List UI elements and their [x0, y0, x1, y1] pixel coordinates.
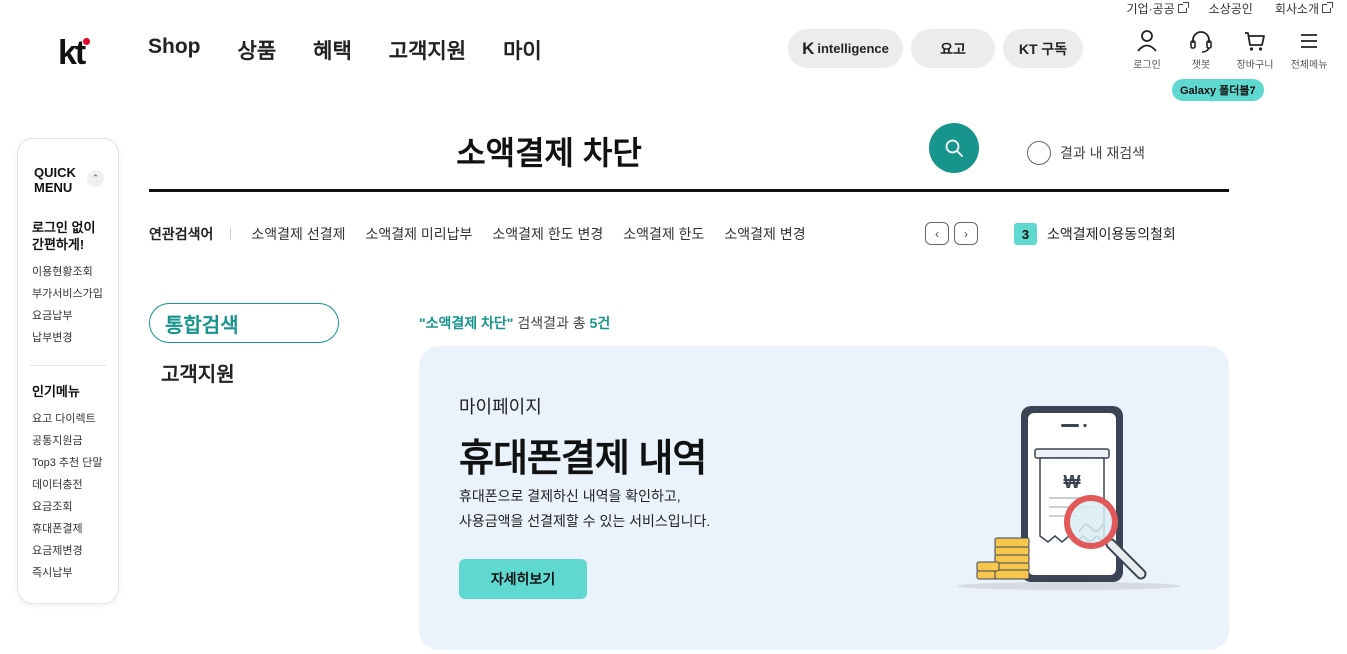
rank-keyword: 소액결제이용동의철회: [1047, 226, 1176, 242]
header-pills: Kintelligence 요고 KT 구독: [788, 29, 1083, 68]
result-summary: "소액결제 차단" 검색결과 총 5건: [419, 313, 610, 333]
phone-receipt-illustration: ₩: [957, 406, 1181, 590]
all-menu-button[interactable]: 전체메뉴: [1282, 28, 1336, 71]
quick-section-nologin: 로그인 없이 간편하게! 이용현황조회 부가서비스가입 요금납부 납부변경: [32, 219, 103, 349]
nav-support[interactable]: 고객지원: [389, 35, 466, 65]
related-keyword[interactable]: 소액결제 미리납부: [365, 224, 472, 244]
external-link-icon: [1177, 2, 1189, 13]
util-link-business[interactable]: 기업·공공: [1126, 0, 1189, 17]
detail-button[interactable]: 자세히보기: [459, 559, 587, 599]
quick-item[interactable]: 요금조회: [32, 496, 102, 518]
login-button[interactable]: 로그인: [1120, 28, 1174, 71]
util-link-smallbiz[interactable]: 소상공인: [1209, 0, 1253, 17]
quick-item[interactable]: 공통지원금: [32, 430, 102, 452]
related-keyword[interactable]: 소액결제 한도: [623, 224, 704, 244]
summary-text: 검색결과 총: [513, 315, 590, 331]
main-nav: Shop 상품 혜택 고객지원 마이: [148, 35, 542, 65]
rank-number: 3: [1014, 223, 1037, 245]
popular-rank-item[interactable]: 3 소액결제이용동의철회: [1014, 223, 1176, 245]
collapse-icon[interactable]: ⌃: [87, 170, 104, 187]
kt-logo[interactable]: kt: [58, 34, 91, 73]
k-logo-icon: K: [802, 38, 815, 58]
related-keyword[interactable]: 소액결제 변경: [724, 224, 805, 244]
k-intelligence-button[interactable]: Kintelligence: [788, 29, 903, 68]
quick-item[interactable]: Top3 추천 단말: [32, 452, 102, 474]
quick-section-title: 인기메뉴: [32, 384, 80, 399]
external-link-icon: [1322, 2, 1333, 13]
divider: [230, 228, 232, 240]
result-description: 휴대폰으로 결제하신 내역을 확인하고, 사용금액을 선결제할 수 있는 서비스…: [459, 488, 711, 529]
divider: [30, 365, 106, 366]
yogo-button[interactable]: 요고: [911, 29, 995, 68]
quick-item[interactable]: 즉시납부: [32, 562, 102, 584]
quick-item[interactable]: 이용현황조회: [32, 261, 103, 283]
chevron-left-icon[interactable]: ‹: [925, 222, 949, 245]
result-card: 마이페이지 휴대폰결제 내역 휴대폰으로 결제하신 내역을 확인하고, 사용금액…: [419, 346, 1229, 650]
nav-shop[interactable]: Shop: [148, 35, 201, 65]
chevron-right-icon[interactable]: ›: [954, 222, 978, 245]
quick-menu-title: QUICK MENU: [34, 165, 76, 195]
person-icon: [1137, 30, 1157, 52]
quick-item[interactable]: 납부변경: [32, 327, 103, 349]
headset-icon: [1190, 31, 1212, 53]
nav-benefits[interactable]: 혜택: [313, 35, 352, 65]
quick-section-popular: 인기메뉴 요고 다이렉트 공통지원금 Top3 추천 단말 데이터충전 요금조회…: [32, 383, 102, 584]
result-category: 마이페이지: [459, 397, 542, 417]
related-pager: ‹ ›: [925, 222, 978, 245]
chatbot-button[interactable]: 챗봇: [1174, 28, 1228, 71]
header-icons: 로그인 챗봇 장바구니 전체메뉴: [1120, 28, 1336, 71]
cart-icon: [1245, 32, 1265, 51]
radio-icon[interactable]: [1027, 141, 1051, 165]
cart-button[interactable]: 장바구니: [1228, 28, 1282, 71]
kt-subscribe-button[interactable]: KT 구독: [1003, 29, 1083, 68]
quick-item[interactable]: 요금제변경: [32, 540, 102, 562]
quick-item[interactable]: 요금납부: [32, 305, 103, 327]
tab-customer-support[interactable]: 고객지원: [161, 358, 235, 387]
summary-query: "소액결제 차단": [419, 315, 514, 331]
summary-count: 5건: [589, 315, 611, 331]
quick-item[interactable]: 부가서비스가입: [32, 283, 103, 305]
related-label: 연관검색어: [149, 226, 214, 242]
nav-my[interactable]: 마이: [503, 35, 542, 65]
search-input[interactable]: 소액결제 차단: [149, 128, 949, 174]
svg-text:₩: ₩: [1064, 472, 1081, 492]
hamburger-icon: [1301, 34, 1317, 48]
util-link-company[interactable]: 회사소개: [1275, 0, 1333, 17]
quick-item[interactable]: 데이터충전: [32, 474, 102, 496]
quick-item[interactable]: 휴대폰결제: [32, 518, 102, 540]
nav-products[interactable]: 상품: [238, 35, 277, 65]
quick-menu: QUICK MENU ⌃ 로그인 없이 간편하게! 이용현황조회 부가서비스가입 요…: [17, 138, 119, 604]
research-toggle[interactable]: 결과 내 재검색: [1027, 141, 1145, 165]
logo-dot: [83, 38, 91, 45]
search-icon: [945, 139, 963, 157]
tab-integrated-search[interactable]: 통합검색: [149, 303, 339, 343]
search-underline: [149, 189, 1229, 192]
search-button[interactable]: [929, 123, 979, 173]
related-keyword[interactable]: 소액결제 한도 변경: [492, 224, 603, 244]
quick-section-title: 로그인 없이 간편하게!: [32, 220, 96, 252]
quick-item[interactable]: 요고 다이렉트: [32, 408, 102, 430]
result-title[interactable]: 휴대폰결제 내역: [459, 427, 707, 482]
related-keyword[interactable]: 소액결제 선결제: [251, 224, 345, 244]
related-keywords: 연관검색어 소액결제 선결제 소액결제 미리납부 소액결제 한도 변경 소액결제…: [149, 224, 826, 244]
galaxy-badge[interactable]: Galaxy 폴더블7: [1172, 79, 1264, 101]
utility-links: 기업·공공 소상공인 회사소개: [1126, 0, 1333, 17]
